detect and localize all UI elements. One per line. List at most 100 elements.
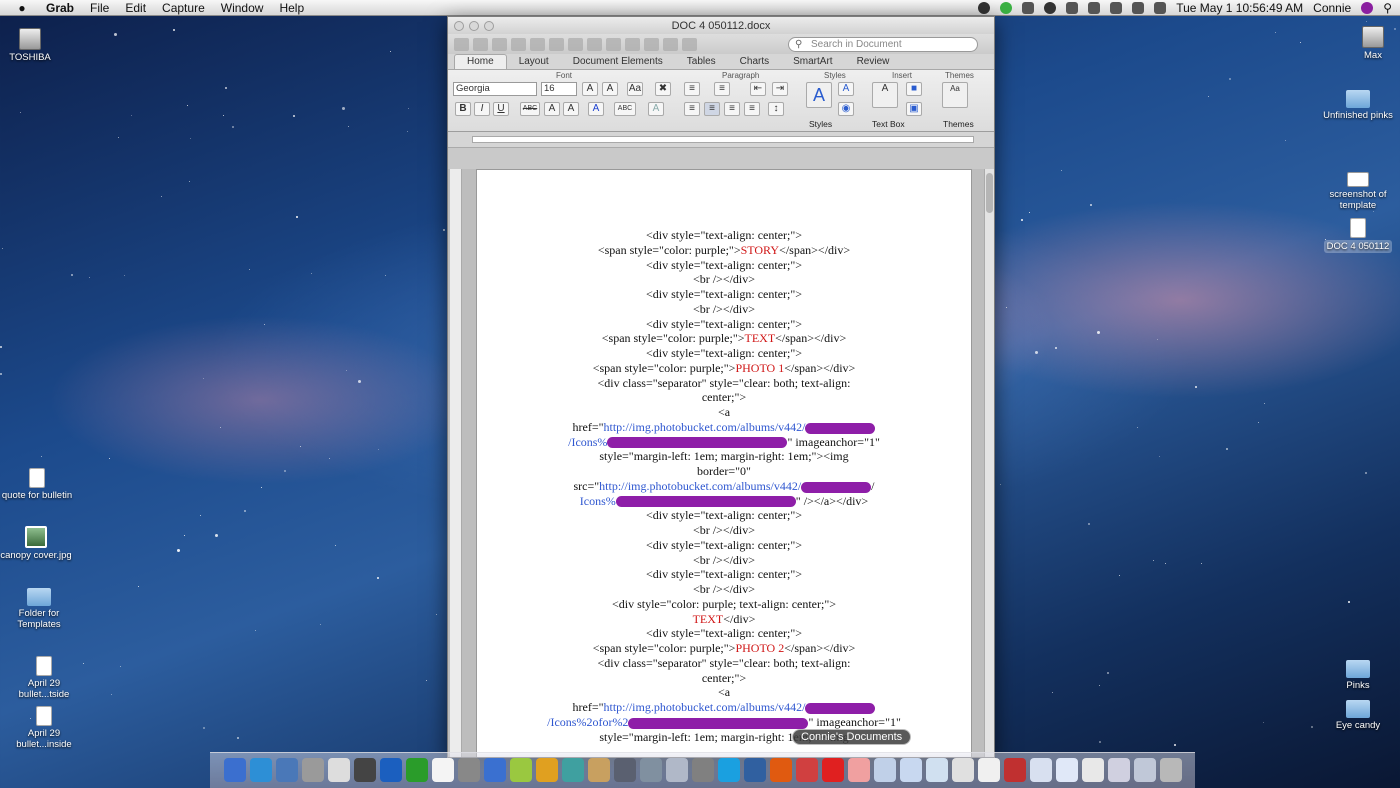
tab-document-elements[interactable]: Document Elements bbox=[561, 55, 675, 69]
apple-menu-icon[interactable]: ● bbox=[14, 1, 30, 15]
dock-app-icon[interactable] bbox=[1108, 758, 1130, 782]
evernote-icon[interactable] bbox=[1000, 1, 1013, 14]
dock-app-icon[interactable] bbox=[978, 758, 1000, 782]
desktop-icon-april-outside[interactable]: April 29 bullet...tside bbox=[5, 656, 83, 700]
menu-window[interactable]: Window bbox=[213, 1, 272, 15]
spotlight-icon[interactable]: ⚲ bbox=[1383, 1, 1392, 15]
desktop-icon-screenshot-template[interactable]: screenshot of template bbox=[1319, 172, 1397, 211]
battery-icon[interactable] bbox=[1132, 1, 1145, 14]
user-avatar-icon[interactable] bbox=[1361, 1, 1374, 14]
desktop-icon-unfinished-pinks[interactable]: Unfinished pinks bbox=[1319, 90, 1397, 121]
tab-smartart[interactable]: SmartArt bbox=[781, 55, 844, 69]
align-center-icon[interactable]: ≡ bbox=[704, 102, 720, 116]
horizontal-ruler[interactable] bbox=[448, 132, 994, 148]
redo-icon[interactable] bbox=[644, 37, 659, 51]
highlight-icon[interactable]: ABC bbox=[614, 102, 636, 116]
time-machine-icon[interactable] bbox=[1044, 1, 1057, 14]
dock-app-icon[interactable] bbox=[1056, 758, 1078, 782]
dock-app-icon[interactable] bbox=[1004, 758, 1026, 782]
dock-app-icon[interactable] bbox=[328, 758, 350, 782]
dock-app-icon[interactable] bbox=[562, 758, 584, 782]
line-spacing-icon[interactable]: ↕ bbox=[768, 102, 784, 116]
text-effects-icon[interactable]: A bbox=[648, 102, 664, 116]
desktop-icon-max[interactable]: Max bbox=[1334, 26, 1400, 61]
grow-font-icon[interactable]: A bbox=[582, 82, 598, 96]
dock-app-icon[interactable] bbox=[692, 758, 714, 782]
vertical-ruler[interactable] bbox=[450, 169, 462, 757]
dock-app-icon[interactable] bbox=[640, 758, 662, 782]
dock-app-icon[interactable] bbox=[848, 758, 870, 782]
dock-app-icon[interactable] bbox=[1134, 758, 1156, 782]
scrollbar-thumb[interactable] bbox=[986, 173, 993, 213]
dock-app-icon[interactable] bbox=[1030, 758, 1052, 782]
menu-edit[interactable]: Edit bbox=[117, 1, 154, 15]
menu-help[interactable]: Help bbox=[271, 1, 312, 15]
dock-app-icon[interactable] bbox=[796, 758, 818, 782]
dock-app-icon[interactable] bbox=[822, 758, 844, 782]
strikethrough-icon[interactable]: ABC bbox=[520, 102, 540, 116]
align-right-icon[interactable]: ≡ bbox=[724, 102, 740, 116]
clear-formatting-icon[interactable]: ✖ bbox=[655, 82, 671, 96]
document-body[interactable]: <div style="text-align: center;"> <span s… bbox=[517, 228, 931, 744]
show-paragraph-icon[interactable] bbox=[663, 37, 678, 51]
dock-app-icon[interactable] bbox=[744, 758, 766, 782]
dock-app-icon[interactable] bbox=[874, 758, 896, 782]
italic-icon[interactable]: I bbox=[474, 102, 490, 116]
display-icon[interactable] bbox=[1110, 1, 1123, 14]
menu-capture[interactable]: Capture bbox=[154, 1, 213, 15]
bluetooth-icon[interactable] bbox=[1066, 1, 1079, 14]
superscript-icon[interactable]: A bbox=[544, 102, 560, 116]
align-left-icon[interactable]: ≡ bbox=[684, 102, 700, 116]
new-document-icon[interactable] bbox=[454, 37, 469, 51]
dock-app-icon[interactable] bbox=[952, 758, 974, 782]
dropbox-icon[interactable] bbox=[1022, 1, 1035, 14]
dock-app-icon[interactable] bbox=[666, 758, 688, 782]
dock-app-icon[interactable] bbox=[1082, 758, 1104, 782]
increase-indent-icon[interactable]: ⇥ bbox=[772, 82, 788, 96]
tab-home[interactable]: Home bbox=[454, 54, 507, 69]
style-theme-icon[interactable]: ◉ bbox=[838, 102, 854, 116]
decrease-indent-icon[interactable]: ⇤ bbox=[750, 82, 766, 96]
desktop-icon-april-inside[interactable]: April 29 bullet...inside bbox=[5, 706, 83, 750]
status-app-icon[interactable] bbox=[978, 1, 991, 14]
save-icon[interactable] bbox=[511, 37, 526, 51]
dock-app-icon[interactable] bbox=[354, 758, 376, 782]
dock-app-icon[interactable] bbox=[900, 758, 922, 782]
justify-icon[interactable]: ≡ bbox=[744, 102, 760, 116]
templates-icon[interactable] bbox=[473, 37, 488, 51]
print-icon[interactable] bbox=[530, 37, 545, 51]
font-color-icon[interactable]: A bbox=[588, 102, 604, 116]
desktop-icon-folder-templates[interactable]: Folder for Templates bbox=[0, 588, 78, 630]
dock-app-icon[interactable] bbox=[276, 758, 298, 782]
dock-app-icon[interactable] bbox=[458, 758, 480, 782]
tab-review[interactable]: Review bbox=[845, 55, 902, 69]
wifi-icon[interactable] bbox=[1154, 1, 1167, 14]
dock-app-icon[interactable] bbox=[614, 758, 636, 782]
tab-layout[interactable]: Layout bbox=[507, 55, 561, 69]
picture-icon[interactable]: ▣ bbox=[906, 102, 922, 116]
window-titlebar[interactable]: DOC 4 050112.docx bbox=[448, 17, 994, 34]
desktop-icon-pinks[interactable]: Pinks bbox=[1319, 660, 1397, 691]
search-input[interactable]: ⚲ Search in Document bbox=[788, 36, 978, 52]
dock-app-icon[interactable] bbox=[926, 758, 948, 782]
dock-app-icon[interactable] bbox=[380, 758, 402, 782]
dock-app-icon[interactable] bbox=[250, 758, 272, 782]
menu-app-grab[interactable]: Grab bbox=[38, 1, 82, 15]
underline-icon[interactable]: U bbox=[493, 102, 509, 116]
change-case-icon[interactable]: Aa bbox=[627, 82, 643, 96]
shrink-font-icon[interactable]: A bbox=[602, 82, 618, 96]
view-options-icon[interactable] bbox=[682, 37, 697, 51]
numbering-icon[interactable]: ≡ bbox=[714, 82, 730, 96]
desktop-icon-doc4[interactable]: DOC 4 050112 bbox=[1319, 218, 1397, 253]
tab-tables[interactable]: Tables bbox=[675, 55, 728, 69]
open-icon[interactable] bbox=[492, 37, 507, 51]
desktop-icon-eye-candy[interactable]: Eye candy bbox=[1319, 700, 1397, 731]
dock-app-icon[interactable] bbox=[484, 758, 506, 782]
font-name-select[interactable]: Georgia bbox=[453, 82, 537, 96]
dock-app-icon[interactable] bbox=[536, 758, 558, 782]
bullets-icon[interactable]: ≡ bbox=[684, 82, 700, 96]
dock-app-icon[interactable] bbox=[770, 758, 792, 782]
undo-icon[interactable] bbox=[625, 37, 640, 51]
text-box-icon[interactable]: A bbox=[872, 82, 898, 108]
styles-gallery-icon[interactable]: A bbox=[806, 82, 832, 108]
